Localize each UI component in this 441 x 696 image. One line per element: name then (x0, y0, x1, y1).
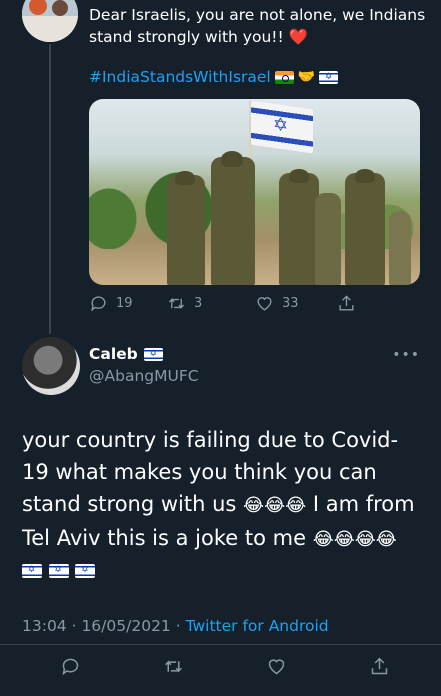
laughing-emoji-icon: 😂😂😂😂 (312, 529, 397, 550)
like-action[interactable]: 33 (255, 294, 337, 313)
retweet-count: 3 (194, 295, 203, 311)
tweet-photo[interactable] (89, 99, 420, 285)
like-count: 33 (282, 295, 299, 311)
photo-soldier (167, 175, 205, 285)
israel-flag-icon (75, 564, 96, 578)
photo-soldier (345, 173, 385, 285)
tweet-body: your country is failing due to Covid-19 … (22, 424, 422, 588)
heart-emoji-icon: ❤️ (288, 28, 308, 46)
thread-connector (49, 44, 51, 334)
hashtag-link[interactable]: #IndiaStandsWithIsrael (89, 68, 271, 86)
photo-soldier (389, 211, 411, 285)
reply-icon (91, 295, 106, 311)
parent-avatar[interactable] (22, 0, 78, 42)
author-handle[interactable]: @AbangMUFC (89, 367, 199, 385)
share-action[interactable] (337, 294, 356, 313)
photo-helmet (221, 151, 243, 167)
israel-flag-icon (22, 564, 42, 578)
share-icon[interactable] (369, 656, 390, 677)
photo-helmet (175, 171, 195, 185)
hashtag-row: #IndiaStandsWithIsrael 🤝 (89, 68, 339, 86)
photo-israel-flag (251, 100, 313, 154)
israel-flag-icon (48, 564, 69, 578)
heart-icon[interactable] (266, 656, 287, 677)
divider (0, 644, 441, 645)
reply-count: 19 (116, 295, 133, 311)
photo-helmet (289, 169, 309, 183)
photo-soldier (315, 193, 341, 285)
reply-icon[interactable] (60, 656, 81, 677)
tweet-date[interactable]: 13:04 · 16/05/2021 · (22, 617, 186, 635)
author-display-name: Caleb (89, 345, 138, 363)
parent-action-bar: 19 3 33 (89, 292, 379, 314)
parent-tweet-text: Dear Israelis, you are not alone, we Ind… (89, 4, 434, 48)
israel-flag-icon (319, 70, 339, 84)
more-options-icon[interactable]: ••• (392, 347, 420, 363)
tweet-client-link[interactable]: Twitter for Android (186, 617, 329, 635)
laughing-emoji-icon: 😂😂😂 (243, 495, 307, 516)
photo-soldier (279, 173, 319, 285)
retweet-icon[interactable] (163, 656, 184, 677)
photo-helmet (355, 169, 375, 183)
retweet-action[interactable]: 3 (167, 294, 255, 313)
india-flag-icon (274, 70, 294, 84)
tweet-timestamp: 13:04 · 16/05/2021 · Twitter for Android (22, 617, 329, 635)
reply-action[interactable]: 19 (89, 294, 167, 313)
author-avatar[interactable] (22, 337, 80, 395)
share-icon (339, 294, 354, 311)
retweet-icon (168, 297, 185, 309)
tweet-author-header: Caleb @AbangMUFC ••• (22, 337, 422, 397)
author-name-row[interactable]: Caleb (89, 345, 163, 363)
handshake-icon: 🤝 (297, 69, 316, 85)
israel-flag-icon (143, 347, 163, 361)
parent-tweet-body: Dear Israelis, you are not alone, we Ind… (89, 6, 426, 46)
heart-icon (257, 296, 272, 311)
tweet-action-bar (60, 654, 390, 678)
photo-soldier (211, 157, 255, 285)
